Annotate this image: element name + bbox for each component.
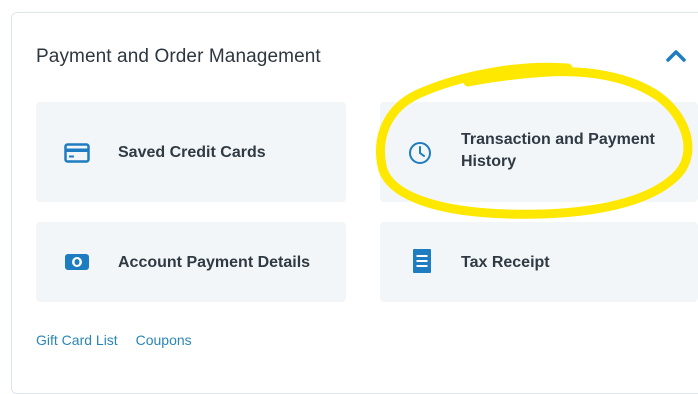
gift-card-list-link[interactable]: Gift Card List [36, 332, 118, 348]
coupons-link[interactable]: Coupons [136, 332, 192, 348]
card-label: Tax Receipt [461, 254, 550, 271]
section-title: Payment and Order Management [36, 46, 321, 67]
receipt-icon [412, 248, 432, 279]
card-label: Account Payment Details [118, 254, 311, 271]
account-payment-details-card[interactable]: Account Payment Details [36, 222, 346, 302]
transaction-history-card[interactable]: Transaction and Payment History [380, 102, 698, 202]
card-label: Transaction and Payment History [461, 131, 655, 170]
card-label: Saved Credit Cards [118, 144, 266, 161]
credit-card-icon [64, 143, 90, 168]
cash-icon [64, 253, 90, 276]
saved-credit-cards-card[interactable]: Saved Credit Cards [36, 102, 346, 202]
tax-receipt-card[interactable]: Tax Receipt [380, 222, 698, 302]
clock-icon [408, 141, 432, 170]
collapse-button[interactable] [664, 46, 688, 66]
chevron-up-icon [666, 50, 686, 62]
footer-links: Gift Card List Coupons [36, 332, 206, 348]
